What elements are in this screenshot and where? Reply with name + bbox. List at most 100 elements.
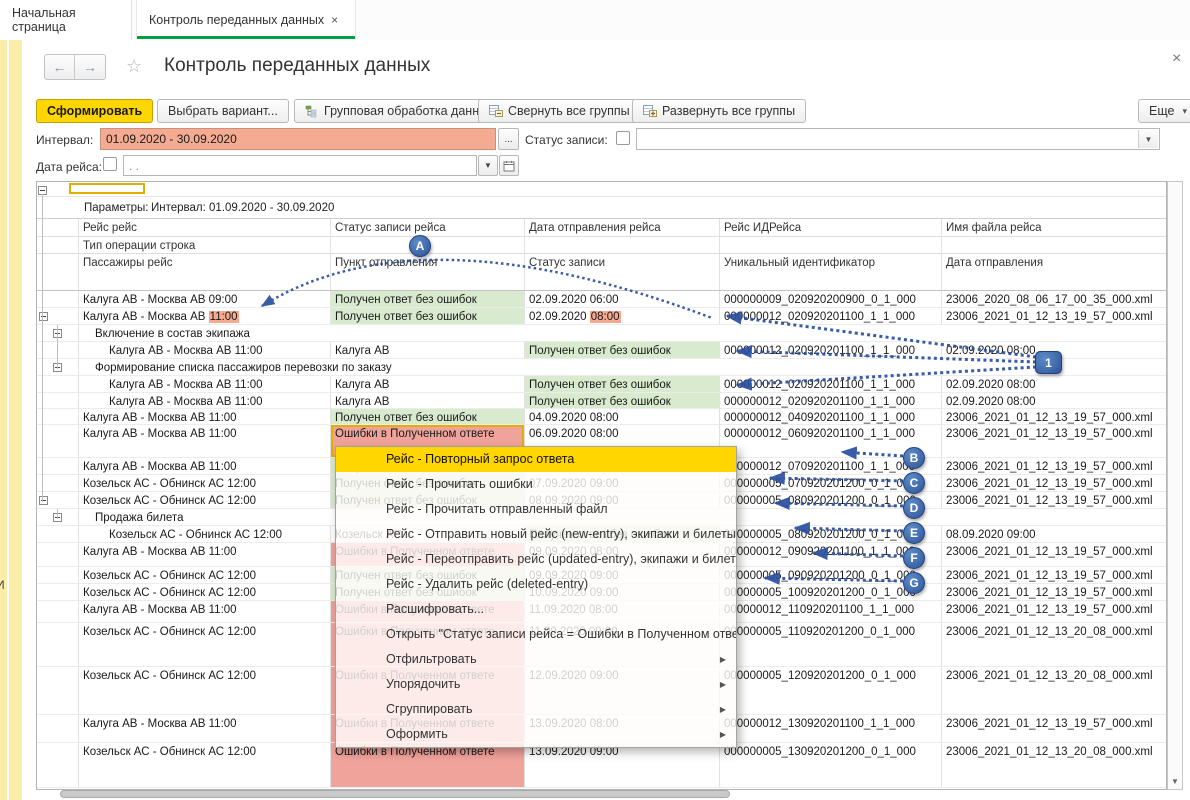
cell-flight[interactable]: Калуга АВ - Москва АВ 11:00: [79, 393, 331, 408]
group-row[interactable]: Включение в состав экипажа: [37, 325, 1166, 342]
flight-date-dropdown-button[interactable]: ▼: [478, 155, 498, 176]
cell-filename[interactable]: 08.09.2020 09:00: [942, 526, 1167, 542]
cell-filename[interactable]: 23006_2021_01_12_13_19_57_000.xml: [942, 601, 1167, 622]
col-header[interactable]: Рейс ИДРейса: [720, 219, 942, 236]
cell-departure[interactable]: Получен ответ без ошибок: [525, 342, 720, 358]
cell-identifier[interactable]: 000000012_020920201100_1_1_000: [720, 393, 942, 408]
flight-date-input[interactable]: . .: [123, 155, 477, 176]
cell-identifier[interactable]: 000000012_020920201100_1_1_000: [720, 376, 942, 392]
tab-control-data[interactable]: Контроль переданных данных ×: [136, 0, 356, 40]
cell-filename[interactable]: 23006_2021_01_12_13_19_57_000.xml: [942, 492, 1167, 508]
cell-flight[interactable]: Калуга АВ - Москва АВ 11:00: [79, 601, 331, 622]
collapse-all-button[interactable]: Свернуть все группы: [478, 99, 641, 123]
cell-identifier[interactable]: 000000005_110920201200_0_1_000: [720, 623, 942, 666]
table-row[interactable]: Козельск АС - Обнинск АС 12:00Ошибки в П…: [37, 743, 1166, 788]
cell-departure[interactable]: Получен ответ без ошибок: [525, 376, 720, 392]
cell-filename[interactable]: 23006_2021_01_12_13_20_08_000.xml: [942, 623, 1167, 666]
table-row[interactable]: Калуга АВ - Москва АВ 11:00Получен ответ…: [37, 409, 1166, 425]
cell-flight[interactable]: Калуга АВ - Москва АВ 11:00: [79, 409, 331, 424]
col-header[interactable]: Дата отправления: [942, 254, 1167, 290]
menu-item[interactable]: Рейс - Прочитать ошибки: [336, 472, 736, 497]
cell-filename[interactable]: 02.09.2020 08:00: [942, 376, 1167, 392]
cell-status[interactable]: Ошибки в Полученном ответе: [331, 743, 525, 787]
flight-date-calendar-button[interactable]: [499, 155, 519, 176]
table-row[interactable]: Калуга АВ - Москва АВ 09:00Получен ответ…: [37, 291, 1166, 308]
cell-flight[interactable]: Калуга АВ - Москва АВ 11:00: [79, 715, 331, 742]
col-header[interactable]: Пункт отправления: [331, 254, 525, 290]
menu-item[interactable]: Отфильтровать▶: [336, 647, 736, 672]
cell-identifier[interactable]: 000000012_130920201100_1_1_000: [720, 715, 942, 742]
cell-identifier[interactable]: 000000005_120920201200_0_1_000: [720, 667, 942, 714]
expand-all-button[interactable]: Развернуть все группы: [632, 99, 806, 123]
cell-flight[interactable]: Козельск АС - Обнинск АС 12:00: [79, 743, 331, 787]
menu-item[interactable]: Рейс - Прочитать отправленный файл: [336, 497, 736, 522]
vertical-scrollbar[interactable]: ▼: [1167, 181, 1183, 790]
cell-flight[interactable]: Калуга АВ - Москва АВ 11:00: [79, 458, 331, 474]
cell-status[interactable]: Калуга АВ: [331, 376, 525, 392]
cell-filename[interactable]: 23006_2021_01_12_13_19_57_000.xml: [942, 584, 1167, 600]
cell-flight[interactable]: Козельск АС - Обнинск АС 12:00: [79, 492, 331, 508]
cell-identifier[interactable]: 000000012_110920201100_1_1_000: [720, 601, 942, 622]
menu-item[interactable]: Рейс - Повторный запрос ответа: [336, 447, 736, 472]
cell-flight[interactable]: Калуга АВ - Москва АВ 09:00: [79, 291, 331, 307]
cell-filename[interactable]: 23006_2021_01_12_13_19_57_000.xml: [942, 458, 1167, 474]
menu-item[interactable]: Расшифровать...: [336, 597, 736, 622]
cell-flight[interactable]: Калуга АВ - Москва АВ 11:00: [79, 308, 331, 324]
col-header[interactable]: Дата отправления рейса: [525, 219, 720, 236]
menu-item[interactable]: Упорядочить▶: [336, 672, 736, 697]
back-arrow-icon[interactable]: ←: [45, 55, 75, 79]
group-processing-button[interactable]: Групповая обработка данных: [294, 99, 505, 123]
col-header[interactable]: Статус записи рейса: [331, 219, 525, 236]
cell-departure[interactable]: 02.09.2020 08:00: [525, 308, 720, 324]
collapse-toggle[interactable]: [39, 312, 48, 321]
cell-departure[interactable]: 04.09.2020 08:00: [525, 409, 720, 424]
scroll-down-icon[interactable]: ▼: [1171, 777, 1179, 786]
table-row[interactable]: Калуга АВ - Москва АВ 11:00Получен ответ…: [37, 308, 1166, 325]
cell-status[interactable]: Калуга АВ: [331, 393, 525, 408]
group-row[interactable]: Формирование списка пассажиров перевозки…: [37, 359, 1166, 376]
cell-filename[interactable]: 23006_2021_01_12_13_20_08_000.xml: [942, 667, 1167, 714]
cell-identifier[interactable]: 000000012_020920201100_1_1_000: [720, 308, 942, 324]
cell-filename[interactable]: 23006_2021_01_12_13_19_57_000.xml: [942, 425, 1167, 457]
cell-flight[interactable]: Козельск АС - Обнинск АС 12:00: [79, 567, 331, 583]
cell-flight[interactable]: Калуга АВ - Москва АВ 11:00: [79, 376, 331, 392]
tab-home[interactable]: Начальная страница: [0, 0, 132, 40]
menu-item[interactable]: Открыть "Статус записи рейса = Ошибки в …: [336, 622, 736, 647]
close-form-icon[interactable]: ×: [1172, 50, 1181, 68]
cell-filename[interactable]: 23006_2021_01_12_13_20_08_000.xml: [942, 743, 1167, 787]
tab-close-icon[interactable]: ×: [331, 13, 338, 27]
menu-item[interactable]: Сгруппировать▶: [336, 697, 736, 722]
cell-filename[interactable]: 23006_2020_08_06_17_00_35_000.xml: [942, 291, 1167, 307]
horizontal-scrollbar-thumb[interactable]: [60, 790, 730, 798]
menu-item[interactable]: Рейс - Удалить рейс (deleted-entry): [336, 572, 736, 597]
cell-filename[interactable]: 23006_2021_01_12_13_19_57_000.xml: [942, 567, 1167, 583]
choose-variant-button[interactable]: Выбрать вариант...: [157, 99, 289, 123]
table-row[interactable]: Калуга АВ - Москва АВ 11:00Калуга АВПолу…: [37, 342, 1166, 359]
cell-filename[interactable]: 23006_2021_01_12_13_19_57_000.xml: [942, 409, 1167, 424]
cell-flight[interactable]: Калуга АВ - Москва АВ 11:00: [79, 425, 331, 457]
col-header[interactable]: Тип операции строка: [79, 237, 331, 253]
cell-filename[interactable]: 23006_2021_01_12_13_19_57_000.xml: [942, 308, 1167, 324]
collapse-toggle[interactable]: [39, 496, 48, 505]
cell-filename[interactable]: 23006_2021_01_12_13_19_57_000.xml: [942, 715, 1167, 742]
menu-item[interactable]: Рейс - Отправить новый рейс (new-entry),…: [336, 522, 736, 547]
col-header[interactable]: Рейс рейс: [79, 219, 331, 236]
cell-flight[interactable]: Калуга АВ - Москва АВ 11:00: [79, 543, 331, 566]
cell-flight[interactable]: Козельск АС - Обнинск АС 12:00: [79, 623, 331, 666]
cell-departure[interactable]: 13.09.2020 09:00: [525, 743, 720, 787]
cell-filename[interactable]: 23006_2021_01_12_13_19_57_000.xml: [942, 543, 1167, 566]
combo-dropdown-icon[interactable]: ▼: [1138, 130, 1158, 148]
status-filter-checkbox[interactable]: [616, 131, 630, 145]
flight-date-checkbox[interactable]: [103, 157, 117, 171]
cell-filename[interactable]: 23006_2021_01_12_13_19_57_000.xml: [942, 475, 1167, 491]
generate-button[interactable]: Сформировать: [36, 99, 153, 123]
interval-picker-button[interactable]: ...: [498, 128, 519, 150]
col-header[interactable]: Уникальный идентификатор: [720, 254, 942, 290]
col-header[interactable]: Имя файла рейса: [942, 219, 1167, 236]
cell-flight[interactable]: Калуга АВ - Москва АВ 11:00: [79, 342, 331, 358]
cell-identifier[interactable]: 000000009_020920200900_0_1_000: [720, 291, 942, 307]
more-button[interactable]: Еще ▾: [1138, 99, 1190, 123]
col-header[interactable]: Статус записи: [525, 254, 720, 290]
status-filter-combo[interactable]: ▼: [636, 128, 1160, 150]
cell-identifier[interactable]: 000000012_040920201100_1_1_000: [720, 409, 942, 424]
